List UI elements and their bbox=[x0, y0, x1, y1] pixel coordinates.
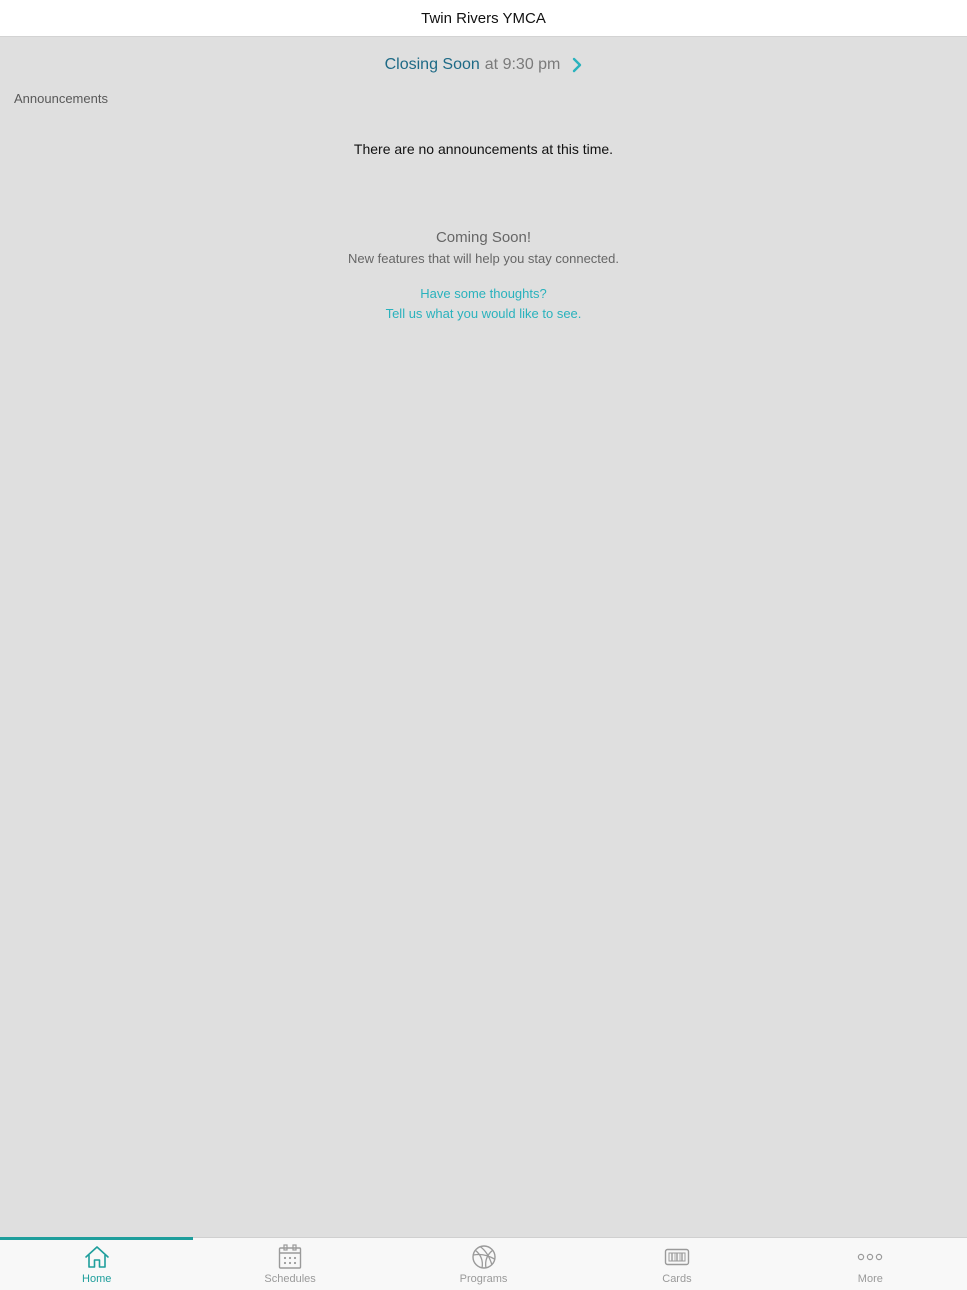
feedback-link-line1[interactable]: Have some thoughts? bbox=[0, 284, 967, 304]
tab-programs[interactable]: Programs bbox=[387, 1238, 580, 1290]
hours-status-row[interactable]: Closing Soon at 9:30 pm bbox=[0, 37, 967, 92]
feedback-link-line2[interactable]: Tell us what you would like to see. bbox=[0, 304, 967, 324]
app-screen: Twin Rivers YMCA Closing Soon at 9:30 pm… bbox=[0, 0, 967, 1290]
page-title: Twin Rivers YMCA bbox=[421, 9, 546, 27]
home-icon bbox=[84, 1244, 110, 1270]
tab-home-label: Home bbox=[82, 1273, 112, 1285]
title-bar: Twin Rivers YMCA bbox=[0, 0, 967, 37]
no-announcements-message: There are no announcements at this time. bbox=[353, 141, 614, 157]
more-icon bbox=[857, 1244, 883, 1270]
coming-soon-title: Coming Soon! bbox=[435, 229, 532, 246]
card-icon bbox=[664, 1244, 690, 1270]
tab-more-label: More bbox=[857, 1273, 883, 1285]
tab-home[interactable]: Home bbox=[0, 1237, 194, 1290]
announcements-heading: Announcements bbox=[14, 91, 108, 106]
calendar-icon bbox=[278, 1244, 302, 1270]
chevron-right-icon bbox=[572, 57, 582, 73]
coming-soon-subtitle: New features that will help you stay con… bbox=[348, 251, 619, 266]
feedback-link[interactable]: Have some thoughts? Tell us what you wou… bbox=[0, 284, 967, 324]
tab-programs-label: Programs bbox=[459, 1273, 508, 1285]
tab-schedules[interactable]: Schedules bbox=[193, 1238, 386, 1290]
tab-more[interactable]: More bbox=[774, 1238, 967, 1290]
tab-schedules-label: Schedules bbox=[264, 1273, 316, 1285]
tab-cards[interactable]: Cards bbox=[580, 1238, 773, 1290]
closing-status: Closing Soon bbox=[384, 55, 480, 73]
bottom-tab-bar: Home Schedules Programs Cards More bbox=[0, 1237, 967, 1290]
tab-cards-label: Cards bbox=[662, 1273, 692, 1285]
closing-time: at 9:30 pm bbox=[484, 55, 561, 73]
basketball-icon bbox=[471, 1244, 497, 1270]
